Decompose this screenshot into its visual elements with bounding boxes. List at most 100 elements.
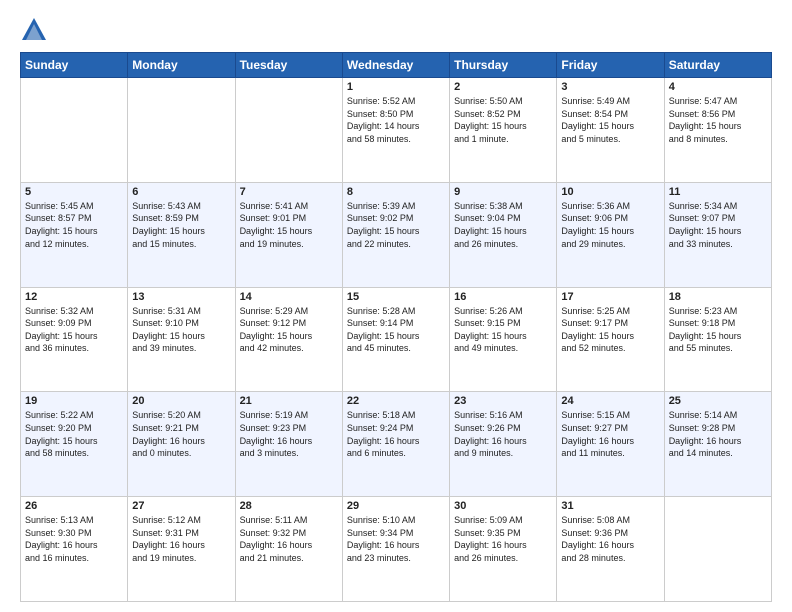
header-row: SundayMondayTuesdayWednesdayThursdayFrid… [21,53,772,78]
calendar-cell: 18 Sunrise: 5:23 AM Sunset: 9:18 PM Dayli… [664,287,771,392]
cell-date-number: 4 [669,81,767,93]
cell-info-text: Sunrise: 5:25 AM Sunset: 9:17 PM Dayligh… [561,305,659,355]
cell-info-text: Sunrise: 5:32 AM Sunset: 9:09 PM Dayligh… [25,305,123,355]
calendar-row: 1 Sunrise: 5:52 AM Sunset: 8:50 PM Daylig… [21,78,772,183]
cell-date-number: 6 [132,186,230,198]
calendar-cell: 2 Sunrise: 5:50 AM Sunset: 8:52 PM Daylig… [450,78,557,183]
cell-date-number: 8 [347,186,445,198]
calendar-row: 19 Sunrise: 5:22 AM Sunset: 9:20 PM Dayli… [21,392,772,497]
cell-date-number: 13 [132,291,230,303]
cell-date-number: 27 [132,500,230,512]
weekday-header: Tuesday [235,53,342,78]
cell-date-number: 22 [347,395,445,407]
cell-info-text: Sunrise: 5:39 AM Sunset: 9:02 PM Dayligh… [347,200,445,250]
cell-date-number: 19 [25,395,123,407]
cell-date-number: 21 [240,395,338,407]
weekday-header: Sunday [21,53,128,78]
weekday-header: Friday [557,53,664,78]
page: SundayMondayTuesdayWednesdayThursdayFrid… [0,0,792,612]
calendar-cell: 16 Sunrise: 5:26 AM Sunset: 9:15 PM Dayli… [450,287,557,392]
cell-date-number: 14 [240,291,338,303]
calendar-cell: 10 Sunrise: 5:36 AM Sunset: 9:06 PM Dayli… [557,182,664,287]
calendar-cell: 25Sunrise: 5:14 AM Sunset: 9:28 PM Dayli… [664,392,771,497]
header [20,16,772,44]
cell-date-number: 24 [561,395,659,407]
cell-info-text: Sunrise: 5:11 AM Sunset: 9:32 PM Dayligh… [240,514,338,564]
cell-info-text: Sunrise: 5:50 AM Sunset: 8:52 PM Dayligh… [454,95,552,145]
cell-info-text: Sunrise: 5:26 AM Sunset: 9:15 PM Dayligh… [454,305,552,355]
calendar-cell: 14 Sunrise: 5:29 AM Sunset: 9:12 PM Dayli… [235,287,342,392]
calendar-cell: 4 Sunrise: 5:47 AM Sunset: 8:56 PM Daylig… [664,78,771,183]
logo [20,16,52,44]
cell-info-text: Sunrise: 5:47 AM Sunset: 8:56 PM Dayligh… [669,95,767,145]
weekday-header: Wednesday [342,53,449,78]
cell-info-text: Sunrise: 5:22 AM Sunset: 9:20 PM Dayligh… [25,409,123,459]
cell-date-number: 15 [347,291,445,303]
cell-date-number: 10 [561,186,659,198]
cell-info-text: Sunrise: 5:18 AM Sunset: 9:24 PM Dayligh… [347,409,445,459]
cell-date-number: 1 [347,81,445,93]
cell-date-number: 16 [454,291,552,303]
calendar-cell: 8 Sunrise: 5:39 AM Sunset: 9:02 PM Daylig… [342,182,449,287]
calendar-cell: 1 Sunrise: 5:52 AM Sunset: 8:50 PM Daylig… [342,78,449,183]
cell-info-text: Sunrise: 5:29 AM Sunset: 9:12 PM Dayligh… [240,305,338,355]
cell-info-text: Sunrise: 5:28 AM Sunset: 9:14 PM Dayligh… [347,305,445,355]
weekday-header: Saturday [664,53,771,78]
calendar-cell: 23 Sunrise: 5:16 AM Sunset: 9:26 PM Dayli… [450,392,557,497]
calendar-cell: 13 Sunrise: 5:31 AM Sunset: 9:10 PM Dayli… [128,287,235,392]
cell-date-number: 23 [454,395,552,407]
cell-info-text: Sunrise: 5:49 AM Sunset: 8:54 PM Dayligh… [561,95,659,145]
calendar-cell: 15 Sunrise: 5:28 AM Sunset: 9:14 PM Dayli… [342,287,449,392]
cell-info-text: Sunrise: 5:15 AM Sunset: 9:27 PM Dayligh… [561,409,659,459]
cell-info-text: Sunrise: 5:08 AM Sunset: 9:36 PM Dayligh… [561,514,659,564]
cell-date-number: 12 [25,291,123,303]
calendar-cell: 17 Sunrise: 5:25 AM Sunset: 9:17 PM Dayli… [557,287,664,392]
calendar-cell: 12 Sunrise: 5:32 AM Sunset: 9:09 PM Dayli… [21,287,128,392]
cell-info-text: Sunrise: 5:31 AM Sunset: 9:10 PM Dayligh… [132,305,230,355]
cell-date-number: 18 [669,291,767,303]
cell-info-text: Sunrise: 5:34 AM Sunset: 9:07 PM Dayligh… [669,200,767,250]
cell-date-number: 20 [132,395,230,407]
calendar-cell: 29 Sunrise: 5:10 AM Sunset: 9:34 PM Dayli… [342,497,449,602]
cell-date-number: 5 [25,186,123,198]
logo-icon [20,16,48,44]
cell-info-text: Sunrise: 5:36 AM Sunset: 9:06 PM Dayligh… [561,200,659,250]
calendar-cell [664,497,771,602]
cell-date-number: 7 [240,186,338,198]
cell-info-text: Sunrise: 5:38 AM Sunset: 9:04 PM Dayligh… [454,200,552,250]
calendar-cell: 21Sunrise: 5:19 AM Sunset: 9:23 PM Dayli… [235,392,342,497]
cell-date-number: 2 [454,81,552,93]
calendar-row: 26Sunrise: 5:13 AM Sunset: 9:30 PM Dayli… [21,497,772,602]
cell-date-number: 29 [347,500,445,512]
cell-date-number: 11 [669,186,767,198]
calendar-cell: 30 Sunrise: 5:09 AM Sunset: 9:35 PM Dayli… [450,497,557,602]
cell-date-number: 17 [561,291,659,303]
calendar-row: 12 Sunrise: 5:32 AM Sunset: 9:09 PM Dayli… [21,287,772,392]
cell-date-number: 26 [25,500,123,512]
calendar-cell: 6Sunrise: 5:43 AM Sunset: 8:59 PM Daylig… [128,182,235,287]
weekday-header: Thursday [450,53,557,78]
cell-date-number: 3 [561,81,659,93]
weekday-header: Monday [128,53,235,78]
cell-info-text: Sunrise: 5:20 AM Sunset: 9:21 PM Dayligh… [132,409,230,459]
cell-date-number: 30 [454,500,552,512]
calendar-cell: 5Sunrise: 5:45 AM Sunset: 8:57 PM Daylig… [21,182,128,287]
calendar-cell: 9Sunrise: 5:38 AM Sunset: 9:04 PM Daylig… [450,182,557,287]
cell-info-text: Sunrise: 5:16 AM Sunset: 9:26 PM Dayligh… [454,409,552,459]
cell-info-text: Sunrise: 5:41 AM Sunset: 9:01 PM Dayligh… [240,200,338,250]
calendar-cell [21,78,128,183]
cell-info-text: Sunrise: 5:52 AM Sunset: 8:50 PM Dayligh… [347,95,445,145]
cell-info-text: Sunrise: 5:10 AM Sunset: 9:34 PM Dayligh… [347,514,445,564]
cell-info-text: Sunrise: 5:12 AM Sunset: 9:31 PM Dayligh… [132,514,230,564]
calendar-cell: 24 Sunrise: 5:15 AM Sunset: 9:27 PM Dayli… [557,392,664,497]
calendar-cell [128,78,235,183]
cell-date-number: 31 [561,500,659,512]
cell-info-text: Sunrise: 5:23 AM Sunset: 9:18 PM Dayligh… [669,305,767,355]
calendar-cell: 27 Sunrise: 5:12 AM Sunset: 9:31 PM Dayli… [128,497,235,602]
cell-info-text: Sunrise: 5:09 AM Sunset: 9:35 PM Dayligh… [454,514,552,564]
calendar-row: 5Sunrise: 5:45 AM Sunset: 8:57 PM Daylig… [21,182,772,287]
calendar-cell: 22 Sunrise: 5:18 AM Sunset: 9:24 PM Dayli… [342,392,449,497]
cell-date-number: 28 [240,500,338,512]
calendar-cell: 20 Sunrise: 5:20 AM Sunset: 9:21 PM Dayli… [128,392,235,497]
calendar-cell [235,78,342,183]
